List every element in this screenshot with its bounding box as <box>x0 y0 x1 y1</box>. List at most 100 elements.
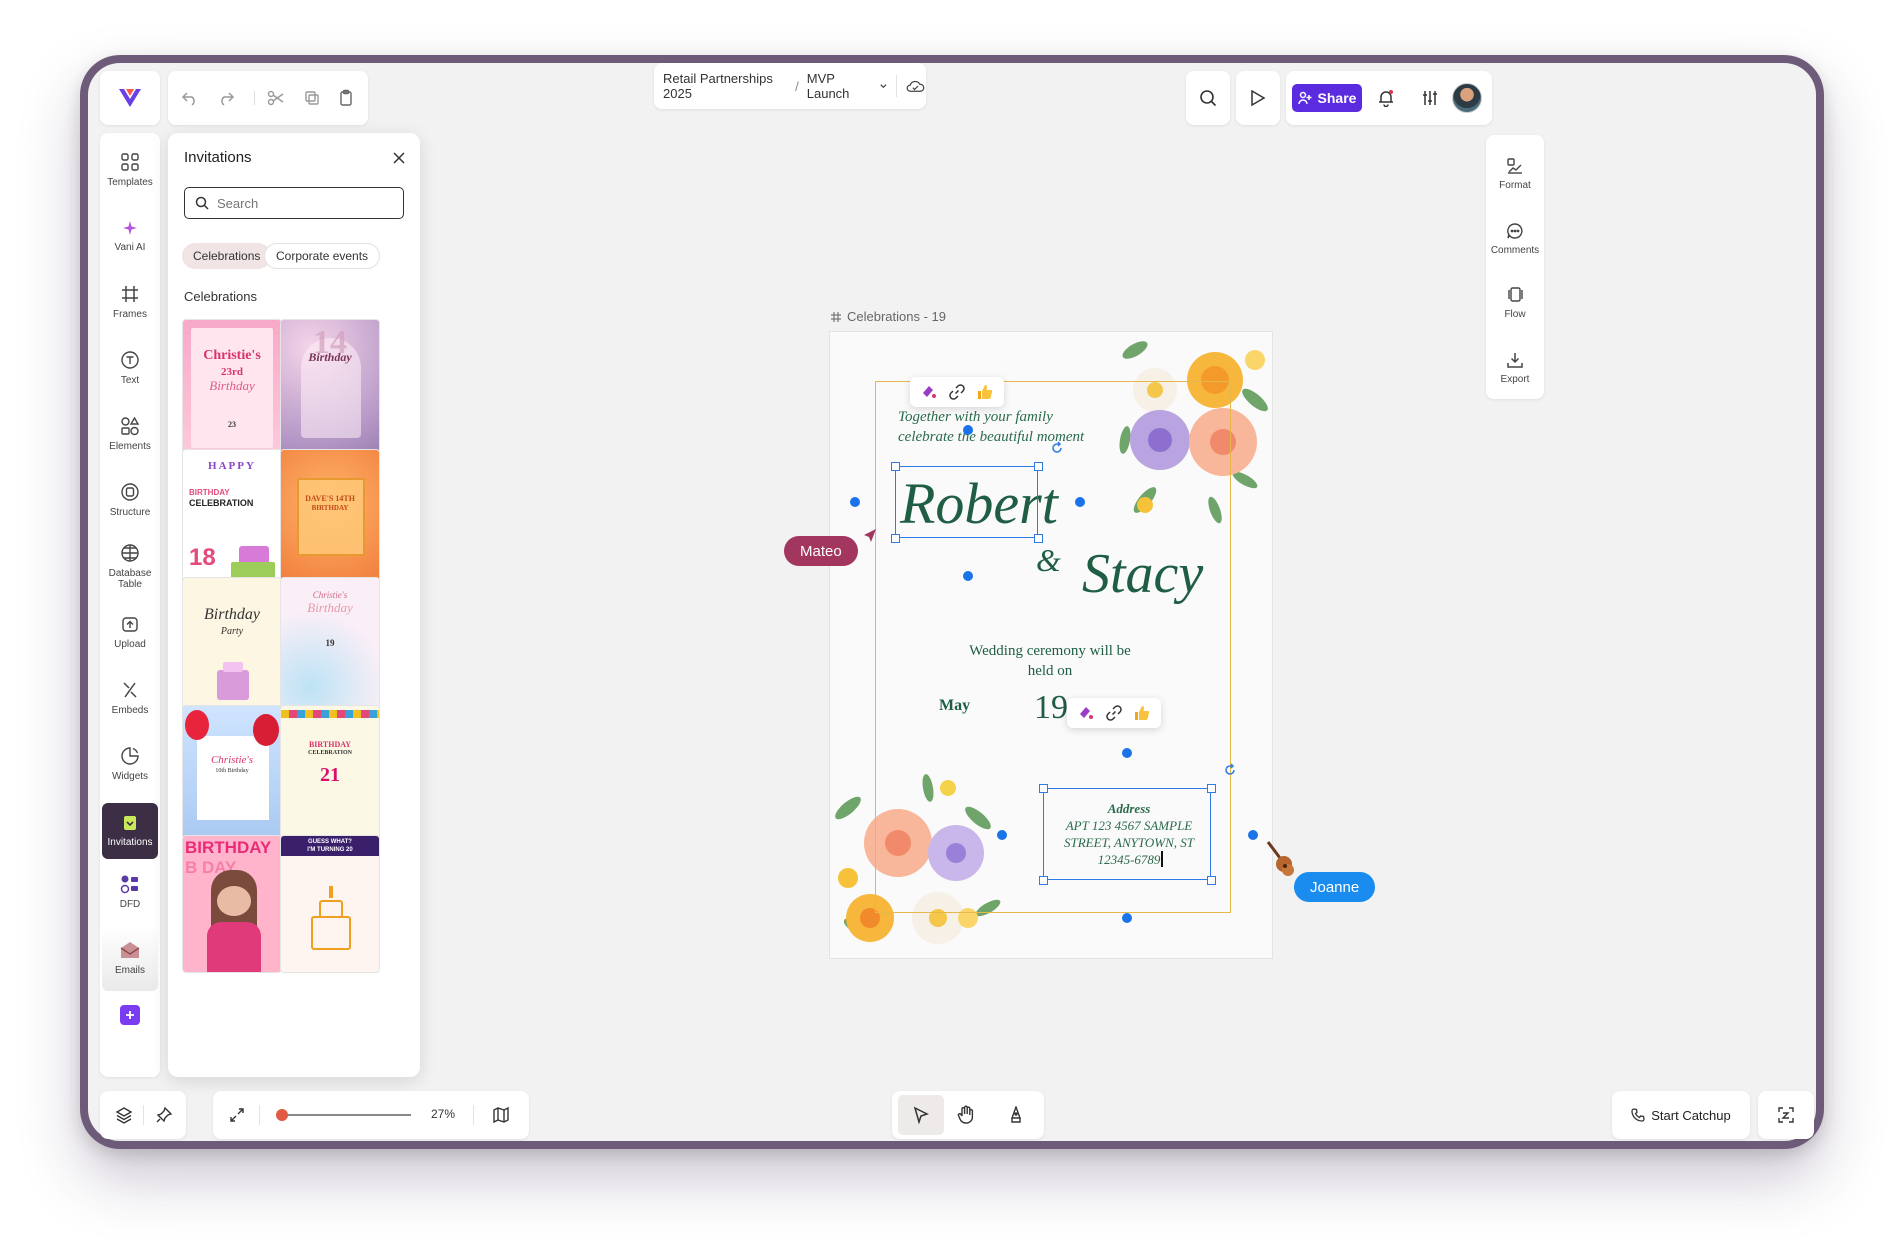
avatar[interactable] <box>1452 83 1482 113</box>
zoom-value[interactable]: 27% <box>431 1107 455 1121</box>
add-app-button[interactable] <box>120 1005 140 1025</box>
name-stacy[interactable]: Stacy <box>1082 542 1203 606</box>
rail-vani-ai[interactable]: Vani AI <box>102 203 158 269</box>
rail-text[interactable]: Text <box>102 335 158 401</box>
resize-handle[interactable] <box>1034 462 1043 471</box>
breadcrumb-project[interactable]: Retail Partnerships 2025 <box>663 71 787 101</box>
thumb-title: Christie's <box>210 754 254 766</box>
template-thumb[interactable]: GUESS WHAT? I'M TURNING 20 <box>280 835 380 973</box>
search-card[interactable] <box>1186 71 1230 125</box>
rail-invitations[interactable]: Invitations <box>102 803 158 859</box>
present-card[interactable] <box>1236 71 1280 125</box>
resize-handle[interactable] <box>891 462 900 471</box>
connector-dot[interactable] <box>997 830 1007 840</box>
thumb-num: 19 <box>325 638 335 648</box>
panel-title: Invitations <box>184 149 252 166</box>
thumbs-up-icon[interactable] <box>1133 704 1151 722</box>
date-day[interactable]: 19 <box>1034 689 1068 727</box>
undo-icon[interactable] <box>178 86 202 110</box>
connector-dot[interactable] <box>850 497 860 507</box>
template-thumb[interactable]: Christie's Birthday 19 <box>280 577 380 715</box>
rail-label: Vani AI <box>114 242 146 253</box>
template-thumb[interactable]: Christie's 10th Birthday <box>182 705 282 843</box>
ceremony-line-1[interactable]: Wedding ceremony will be <box>950 643 1150 660</box>
template-thumb[interactable]: Christie's 23rd Birthday 23 <box>182 319 282 457</box>
bell-icon[interactable] <box>1374 86 1398 110</box>
ai-card[interactable] <box>1758 1091 1814 1139</box>
share-button[interactable]: Share <box>1292 84 1362 112</box>
search-field[interactable] <box>184 187 404 219</box>
thumbs-up-icon[interactable] <box>976 383 994 401</box>
connector-dot[interactable] <box>1248 830 1258 840</box>
rail-widgets[interactable]: Widgets <box>102 731 158 797</box>
hand-tool-icon[interactable] <box>954 1103 978 1127</box>
template-thumb[interactable]: BIRTHDAY CELEBRATION 21 <box>280 705 380 843</box>
chip-corporate-events[interactable]: Corporate events <box>264 243 381 269</box>
resize-handle[interactable] <box>1207 876 1216 885</box>
link-icon[interactable] <box>948 383 966 401</box>
template-thumb[interactable]: BIRTHDAY B DAY <box>182 835 282 973</box>
redo-icon[interactable] <box>214 86 238 110</box>
close-icon[interactable] <box>390 149 408 167</box>
rail-upload[interactable]: Upload <box>102 599 158 665</box>
rail-elements[interactable]: Elements <box>102 401 158 467</box>
logo-card[interactable] <box>100 71 160 125</box>
rail-comments[interactable]: Comments <box>1487 208 1543 271</box>
settings-sliders-icon[interactable] <box>1418 86 1442 110</box>
resize-handle[interactable] <box>1207 784 1216 793</box>
rail-embeds[interactable]: Embeds <box>102 665 158 731</box>
map-icon[interactable] <box>489 1103 513 1127</box>
rail-export[interactable]: Export <box>1487 337 1543 400</box>
template-thumb[interactable]: HAPPY BIRTHDAY CELEBRATION 18 <box>182 449 282 587</box>
resize-handle[interactable] <box>1039 784 1048 793</box>
template-thumb[interactable]: DAVE'S 14TH BIRTHDAY <box>280 449 380 587</box>
thumb-sub: CELEBRATION <box>308 750 352 756</box>
rail-flow[interactable]: Flow <box>1487 272 1543 335</box>
fullscreen-icon[interactable] <box>225 1103 249 1127</box>
cursor-mateo: Mateo <box>784 536 858 566</box>
rail-templates[interactable]: Templates <box>102 137 158 203</box>
chevron-down-icon[interactable] <box>879 81 888 91</box>
connector-dot[interactable] <box>1075 497 1085 507</box>
template-thumb[interactable]: Birthday Party <box>182 577 282 715</box>
frame-label[interactable]: Celebrations - 19 <box>830 309 946 324</box>
rail-frames[interactable]: Frames <box>102 269 158 335</box>
rail-format[interactable]: Format <box>1487 143 1543 206</box>
copy-icon[interactable] <box>300 86 324 110</box>
cloud-sync-icon[interactable] <box>905 78 926 94</box>
zoom-slider-track[interactable] <box>281 1114 411 1116</box>
rail-structure[interactable]: Structure <box>102 467 158 533</box>
resize-handle[interactable] <box>1034 534 1043 543</box>
rail-database-table[interactable]: Database Table <box>102 533 158 599</box>
connector-dot[interactable] <box>963 425 973 435</box>
paint-icon[interactable] <box>1077 704 1095 722</box>
link-icon[interactable] <box>1105 704 1123 722</box>
catchup-card[interactable]: Start Catchup <box>1612 1091 1750 1139</box>
pen-tool-icon[interactable] <box>1004 1103 1028 1127</box>
rail-emails[interactable]: Emails <box>102 925 158 991</box>
template-thumb[interactable]: 14 Birthday <box>280 319 380 457</box>
chip-celebrations[interactable]: Celebrations <box>182 243 272 269</box>
pin-icon[interactable] <box>152 1103 176 1127</box>
rotate-icon[interactable] <box>1223 763 1237 777</box>
connector-dot[interactable] <box>1122 913 1132 923</box>
breadcrumb-page[interactable]: MVP Launch <box>807 71 872 101</box>
resize-handle[interactable] <box>1039 876 1048 885</box>
layers-icon[interactable] <box>112 1103 136 1127</box>
clipboard-icon[interactable] <box>334 86 358 110</box>
section-title: Celebrations <box>184 289 257 304</box>
connector-dot[interactable] <box>963 571 973 581</box>
invite-line-1[interactable]: Together with your family <box>898 409 1053 426</box>
ceremony-line-2[interactable]: held on <box>950 663 1150 680</box>
resize-handle[interactable] <box>891 534 900 543</box>
select-tool[interactable] <box>898 1095 944 1135</box>
connector-dot[interactable] <box>1122 748 1132 758</box>
rotate-icon[interactable] <box>1050 441 1064 455</box>
logo-icon <box>119 89 141 107</box>
zoom-slider-knob[interactable] <box>276 1109 288 1121</box>
date-month[interactable]: May <box>939 697 970 715</box>
paint-icon[interactable] <box>920 383 938 401</box>
scissors-icon[interactable] <box>264 86 288 110</box>
rail-dfd[interactable]: DFD <box>102 859 158 925</box>
search-input[interactable] <box>217 195 387 211</box>
